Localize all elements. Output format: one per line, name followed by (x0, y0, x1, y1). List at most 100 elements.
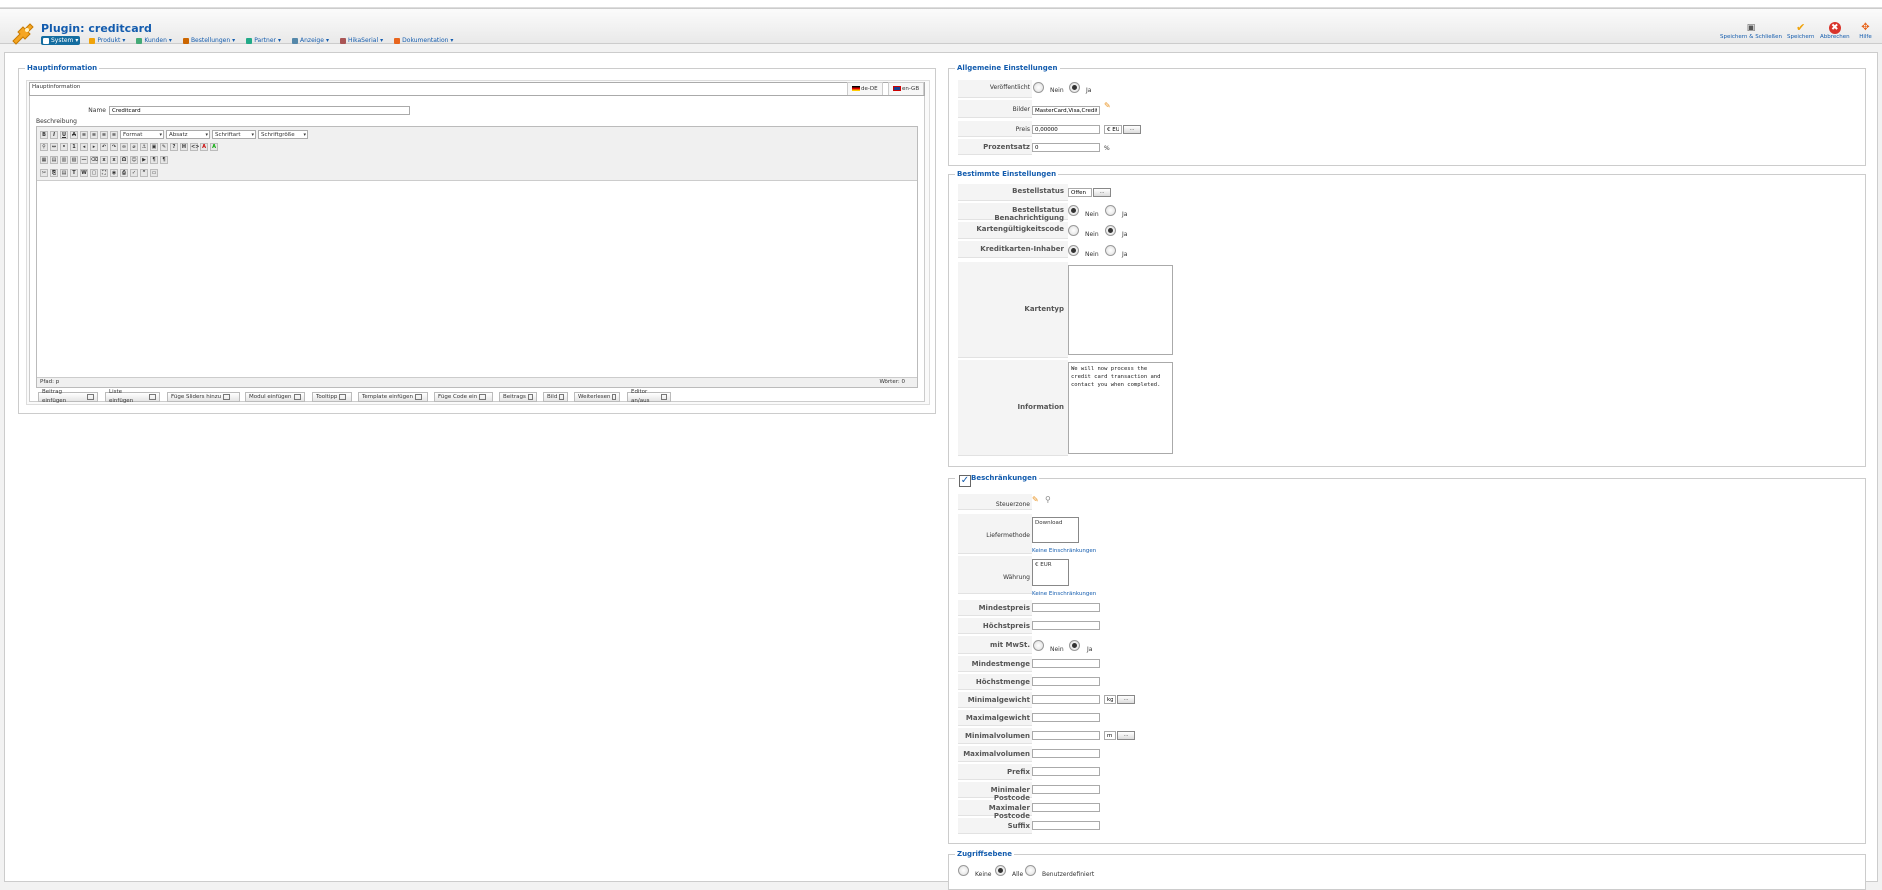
menu-anzeige[interactable]: Anzeige ▾ (290, 36, 331, 45)
spellcheck-icon[interactable]: ✓ (130, 169, 138, 177)
editor-button-4[interactable]: Tooltipp (312, 392, 352, 402)
row-icon[interactable]: ▤ (50, 156, 58, 164)
align-justify-icon[interactable]: ≡ (110, 130, 118, 139)
editor-button-9[interactable]: Weiterlesen (574, 392, 620, 402)
shipping-option[interactable]: Download (1035, 520, 1062, 526)
order-status-input[interactable] (1068, 188, 1092, 197)
save-close-button[interactable]: ▣ Speichern & Schließen (1720, 21, 1782, 41)
table-icon[interactable]: ▦ (40, 156, 48, 164)
help-button[interactable]: ✥ Hilfe (1859, 21, 1872, 40)
underline-icon[interactable]: U (60, 130, 68, 139)
rtl-icon[interactable]: ¶ (160, 156, 168, 164)
link-icon[interactable]: ∞ (120, 143, 128, 151)
min-zip-input[interactable] (1032, 785, 1100, 794)
print-icon[interactable]: ⎙ (120, 169, 128, 177)
italic-icon[interactable]: I (50, 130, 58, 139)
access-all-radio[interactable] (995, 865, 1006, 876)
emoticon-icon[interactable]: ☺ (130, 156, 138, 164)
editor-button-8[interactable]: Bild (543, 392, 568, 402)
menu-bestellungen[interactable]: Bestellungen ▾ (181, 36, 237, 45)
min-weight-input[interactable] (1032, 695, 1100, 704)
align-center-icon[interactable]: ≡ (90, 130, 98, 139)
html-icon[interactable]: H (180, 143, 188, 151)
order-status-picker-button[interactable]: ... (1093, 188, 1111, 197)
restrictions-checkbox[interactable]: ✓ (959, 475, 971, 487)
media-icon[interactable]: ▶ (140, 156, 148, 164)
menu-partner[interactable]: Partner ▾ (244, 36, 283, 45)
vat-yes-radio[interactable] (1069, 640, 1080, 651)
max-qty-input[interactable] (1032, 677, 1100, 686)
editor-button-0[interactable]: Beitrag einfügen (38, 389, 98, 404)
anchor-icon[interactable]: ⚓ (140, 143, 148, 151)
cleanup-icon[interactable]: ✎ (160, 143, 168, 151)
suffix-input[interactable] (1032, 821, 1100, 830)
currency-no-restriction-link[interactable]: Keine Einschränkungen (1032, 591, 1096, 597)
remove-format-icon[interactable]: ⌫ (90, 156, 98, 164)
volume-unit-picker-button[interactable]: ... (1117, 731, 1135, 740)
numbered-list-icon[interactable]: 1 (70, 143, 78, 151)
published-no-radio[interactable] (1033, 82, 1044, 93)
subscript-icon[interactable]: x (100, 156, 108, 164)
preview-icon[interactable]: ◉ (110, 169, 118, 177)
find-icon[interactable]: ⚲ (40, 143, 48, 151)
text-color-icon[interactable]: A (200, 143, 208, 151)
currency-listbox[interactable]: € EUR (1032, 559, 1069, 586)
copy-icon[interactable]: ⎘ (50, 169, 58, 177)
outdent-icon[interactable]: ◂ (80, 143, 88, 151)
notify-no-radio[interactable] (1068, 205, 1079, 216)
prefix-input[interactable] (1032, 767, 1100, 776)
min-qty-input[interactable] (1032, 659, 1100, 668)
bold-icon[interactable]: B (40, 130, 48, 139)
editor-button-5[interactable]: Template einfügen (358, 392, 428, 402)
ltr-icon[interactable]: ¶ (150, 156, 158, 164)
name-input[interactable] (109, 106, 410, 115)
editor-button-7[interactable]: Beitrags (499, 392, 537, 402)
indent-icon[interactable]: ▸ (90, 143, 98, 151)
cvv-no-radio[interactable] (1068, 225, 1079, 236)
menu-system[interactable]: System ▾ (41, 36, 81, 45)
menu-dokumentation[interactable]: Dokumentation ▾ (392, 36, 455, 45)
template-icon[interactable]: ▭ (150, 169, 158, 177)
unlink-icon[interactable]: ⌀ (130, 143, 138, 151)
undo-icon[interactable]: ↶ (100, 143, 108, 151)
bullet-list-icon[interactable]: • (60, 143, 68, 151)
image-icon[interactable]: ▣ (150, 143, 158, 151)
edit-images-icon[interactable]: ✎ (1104, 101, 1111, 110)
menu-produkt[interactable]: Produkt ▾ (87, 36, 127, 45)
save-button[interactable]: ✔ Speichern (1787, 21, 1814, 40)
tab-main-info[interactable]: Hauptinformation (29, 82, 925, 96)
superscript-icon[interactable]: x (110, 156, 118, 164)
shipping-method-listbox[interactable]: Download (1032, 517, 1079, 543)
access-none-radio[interactable] (958, 865, 969, 876)
vat-no-radio[interactable] (1033, 640, 1044, 651)
cut-icon[interactable]: ✂ (40, 169, 48, 177)
max-volume-input[interactable] (1032, 749, 1100, 758)
hr-icon[interactable]: — (80, 156, 88, 164)
price-currency-input[interactable] (1104, 125, 1122, 134)
paragraph-select[interactable]: Absatz (166, 130, 210, 139)
currency-option[interactable]: € EUR (1035, 562, 1052, 568)
redo-icon[interactable]: ↷ (110, 143, 118, 151)
menu-kunden[interactable]: Kunden ▾ (134, 36, 174, 45)
strikethrough-icon[interactable]: A (70, 130, 78, 139)
editor-button-1[interactable]: Liste einfügen (105, 389, 160, 404)
paste-icon[interactable]: ▤ (60, 169, 68, 177)
currency-picker-button[interactable]: ... (1123, 125, 1141, 134)
editor-button-6[interactable]: Füge Code ein (434, 392, 493, 402)
published-yes-radio[interactable] (1069, 82, 1080, 93)
cancel-button[interactable]: ✖ Abbrechen (1820, 21, 1850, 40)
volume-unit-input[interactable] (1104, 731, 1116, 740)
editor-button-2[interactable]: Füge Sliders hinzu (167, 392, 240, 402)
cvv-yes-radio[interactable] (1105, 225, 1116, 236)
fullscreen-icon[interactable]: ⛶ (100, 169, 108, 177)
code-icon[interactable]: <> (190, 143, 199, 151)
percent-input[interactable] (1032, 143, 1100, 152)
max-weight-input[interactable] (1032, 713, 1100, 722)
replace-icon[interactable]: ↔ (50, 143, 58, 151)
align-left-icon[interactable]: ≡ (80, 130, 88, 139)
information-textarea[interactable]: We will now process the credit card tran… (1068, 362, 1173, 454)
help-editor-icon[interactable]: ? (170, 143, 178, 151)
price-input[interactable] (1032, 125, 1100, 134)
notify-yes-radio[interactable] (1105, 205, 1116, 216)
max-zip-input[interactable] (1032, 803, 1100, 812)
